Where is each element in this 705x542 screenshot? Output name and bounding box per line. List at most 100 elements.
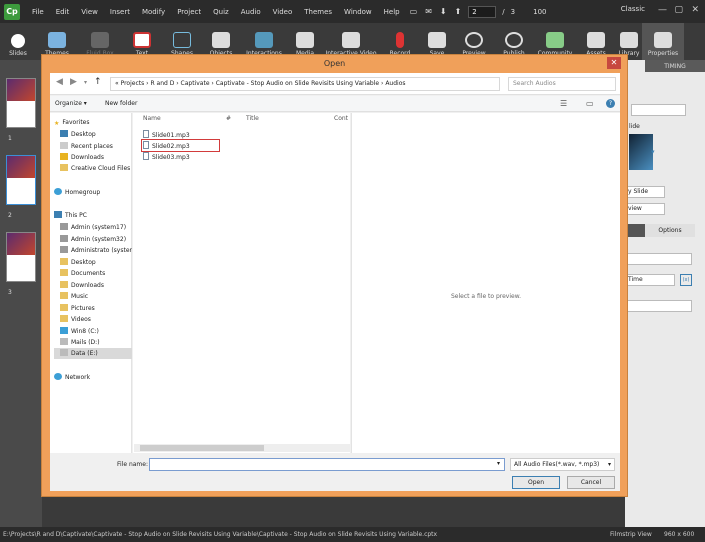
menu-bar: Cp File Edit View Insert Modify Project …	[0, 0, 705, 23]
nav-desktop[interactable]: Desktop	[60, 129, 96, 140]
menu-themes[interactable]: Themes	[298, 8, 338, 16]
close-icon[interactable]: ✕	[691, 5, 699, 15]
library-icon	[620, 32, 638, 48]
nav-downloads-pc[interactable]: Downloads	[60, 280, 104, 291]
arrow-up-icon[interactable]: ⬆	[455, 7, 462, 16]
nav-administrato[interactable]: Administrato (syster	[60, 245, 132, 256]
panel-dropdown[interactable]	[625, 253, 692, 265]
panel-dropdown[interactable]	[625, 300, 692, 312]
nav-documents[interactable]: Documents	[60, 268, 105, 279]
slide-thumbnail[interactable]	[6, 155, 36, 205]
panel-dropdown[interactable]	[631, 104, 686, 116]
properties-button[interactable]: Properties	[642, 23, 684, 60]
nav-videos[interactable]: Videos	[60, 314, 91, 325]
slide-thumbnail[interactable]	[6, 78, 36, 128]
monitor-icon[interactable]: ▭	[410, 7, 418, 16]
apply-slide-button[interactable]: y Slide	[625, 186, 665, 198]
nav-label: Admin (system17)	[71, 224, 127, 231]
tab-timing[interactable]: TIMING	[645, 60, 705, 72]
file-item[interactable]: Slide03.mp3	[143, 152, 190, 162]
nav-favorites[interactable]: ★ Favorites	[54, 117, 90, 128]
file-type-label: All Audio Files(*.wav, *.mp3)	[514, 461, 600, 468]
arrow-down-icon[interactable]: ⬇	[440, 7, 447, 16]
tab-options[interactable]: Options	[645, 224, 695, 237]
zoom-level[interactable]: 100	[533, 8, 546, 16]
slide-number: 1	[8, 135, 12, 142]
menu-modify[interactable]: Modify	[136, 8, 171, 16]
drive-icon	[60, 327, 68, 334]
nav-downloads[interactable]: Downloads	[60, 152, 104, 163]
nav-pictures[interactable]: Pictures	[60, 303, 95, 314]
preview-pane-icon[interactable]: ▭	[586, 99, 594, 108]
help-icon[interactable]: ?	[606, 99, 615, 108]
tab-style[interactable]	[625, 224, 645, 237]
workspace-selector[interactable]: Classic	[621, 5, 645, 13]
organize-button[interactable]: Organize ▾	[55, 100, 87, 107]
nav-creative-cloud[interactable]: Creative Cloud Files	[60, 163, 130, 174]
cancel-button[interactable]: Cancel	[567, 476, 615, 489]
variable-icon[interactable]: (x)	[680, 274, 692, 286]
nav-homegroup[interactable]: Homegroup	[54, 187, 100, 198]
navigation-pane: ★ Favorites Desktop Recent places Downloa…	[50, 113, 132, 453]
nav-data-e[interactable]: Data (E:)	[54, 348, 132, 359]
nav-mails-d[interactable]: Mails (D:)	[60, 337, 100, 348]
objects-icon	[212, 32, 230, 48]
address-bar[interactable]: « Projects › R and D › Captivate › Capti…	[110, 77, 500, 91]
column-contributing[interactable]: Cont	[334, 115, 348, 122]
scrollbar-thumb[interactable]	[140, 445, 264, 451]
nav-recent-places[interactable]: Recent places	[60, 141, 113, 152]
view-options-icon[interactable]: ☰	[560, 99, 567, 108]
forward-icon[interactable]: ▶	[70, 77, 77, 87]
nav-label: Admin (system32)	[71, 236, 127, 243]
dialog-close-button[interactable]: ✕	[607, 57, 621, 69]
chevron-down-icon[interactable]: ▾	[651, 148, 655, 156]
maximize-icon[interactable]: ▢	[674, 5, 683, 15]
chevron-down-icon[interactable]: ▾	[84, 79, 87, 86]
nav-win8-c[interactable]: Win8 (C:)	[60, 326, 99, 337]
file-name: Slide01.mp3	[152, 132, 190, 139]
new-folder-button[interactable]: New folder	[105, 100, 137, 107]
search-input[interactable]: Search Audios	[508, 77, 616, 91]
file-type-filter[interactable]: All Audio Files(*.wav, *.mp3) ▾	[510, 458, 615, 471]
slide-thumbnail[interactable]	[6, 232, 36, 282]
slides-button[interactable]: Slides	[0, 23, 36, 60]
menu-edit[interactable]: Edit	[50, 8, 76, 16]
menu-project[interactable]: Project	[171, 8, 207, 16]
menu-insert[interactable]: Insert	[104, 8, 136, 16]
nav-admin-system17[interactable]: Admin (system17)	[60, 222, 126, 233]
menu-help[interactable]: Help	[378, 8, 406, 16]
column-name[interactable]: Name	[143, 115, 161, 122]
minimize-icon[interactable]: —	[658, 5, 667, 15]
chevron-down-icon[interactable]: ▾	[497, 460, 500, 467]
back-icon[interactable]: ◀	[56, 77, 63, 87]
up-icon[interactable]: ↑	[94, 77, 102, 87]
file-highlight-box	[141, 139, 220, 152]
menu-quiz[interactable]: Quiz	[207, 8, 235, 16]
slide-thumbnail-header	[7, 233, 35, 255]
open-button[interactable]: Open	[512, 476, 560, 489]
status-view: Filmstrip View	[610, 531, 652, 538]
menu-view[interactable]: View	[75, 8, 104, 16]
nav-network[interactable]: Network	[54, 372, 90, 383]
background-preview[interactable]	[629, 134, 653, 170]
menu-window[interactable]: Window	[338, 8, 378, 16]
file-name-input[interactable]	[149, 458, 505, 471]
mail-icon[interactable]: ✉	[425, 7, 432, 16]
horizontal-scrollbar[interactable]	[134, 444, 350, 452]
microphone-icon	[396, 32, 404, 48]
column-title[interactable]: Title	[246, 115, 259, 122]
menu-video[interactable]: Video	[267, 8, 299, 16]
page-current-input[interactable]: 2	[468, 5, 497, 18]
view-button[interactable]: view	[625, 203, 665, 215]
menu-audio[interactable]: Audio	[235, 8, 267, 16]
preview-message: Select a file to preview.	[451, 293, 521, 300]
nav-admin-system32[interactable]: Admin (system32)	[60, 234, 126, 245]
time-dropdown[interactable]: Time	[625, 274, 675, 286]
nav-this-pc[interactable]: This PC	[54, 210, 87, 221]
nav-desktop-pc[interactable]: Desktop	[60, 257, 96, 268]
nav-music[interactable]: Music	[60, 291, 88, 302]
column-number[interactable]: #	[226, 115, 231, 122]
page-separator: /	[502, 7, 505, 16]
desktop-icon	[60, 130, 68, 137]
menu-file[interactable]: File	[26, 8, 50, 16]
